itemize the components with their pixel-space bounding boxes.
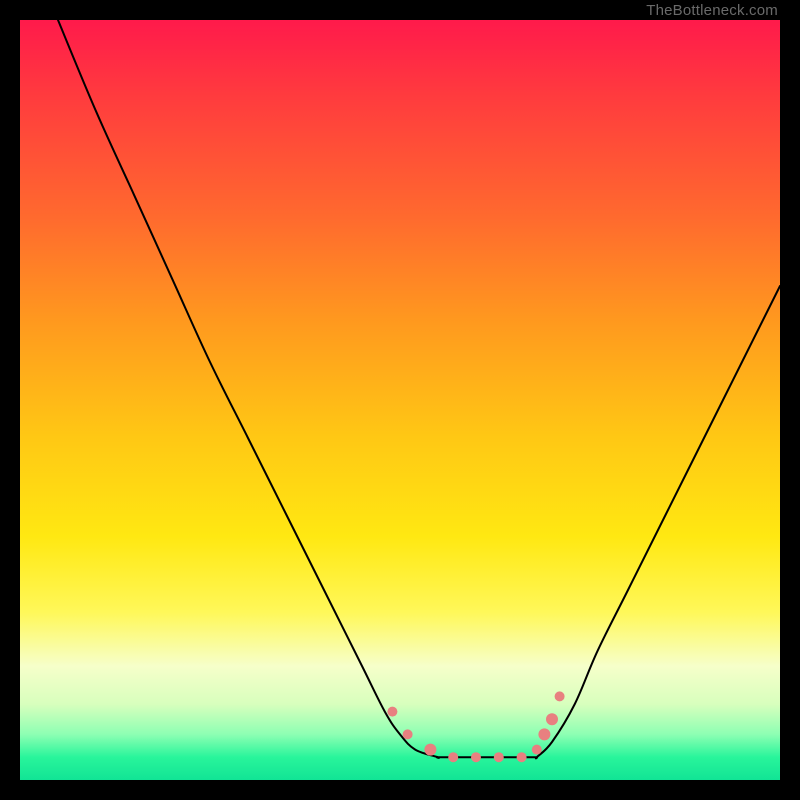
marker-cluster (387, 691, 564, 762)
watermark-text: TheBottleneck.com (646, 2, 778, 19)
curve-layer (20, 20, 780, 780)
curve-path (58, 20, 780, 758)
marker-dot (471, 752, 481, 762)
marker-dot (448, 752, 458, 762)
marker-dot (494, 752, 504, 762)
marker-dot (424, 744, 436, 756)
chart-frame: TheBottleneck.com (0, 0, 800, 800)
bottleneck-curve (58, 20, 780, 758)
marker-dot (517, 752, 527, 762)
marker-dot (538, 728, 550, 740)
plot-area (20, 20, 780, 780)
marker-dot (387, 707, 397, 717)
marker-dot (546, 713, 558, 725)
marker-dot (403, 729, 413, 739)
marker-dot (532, 745, 542, 755)
marker-dot (555, 691, 565, 701)
